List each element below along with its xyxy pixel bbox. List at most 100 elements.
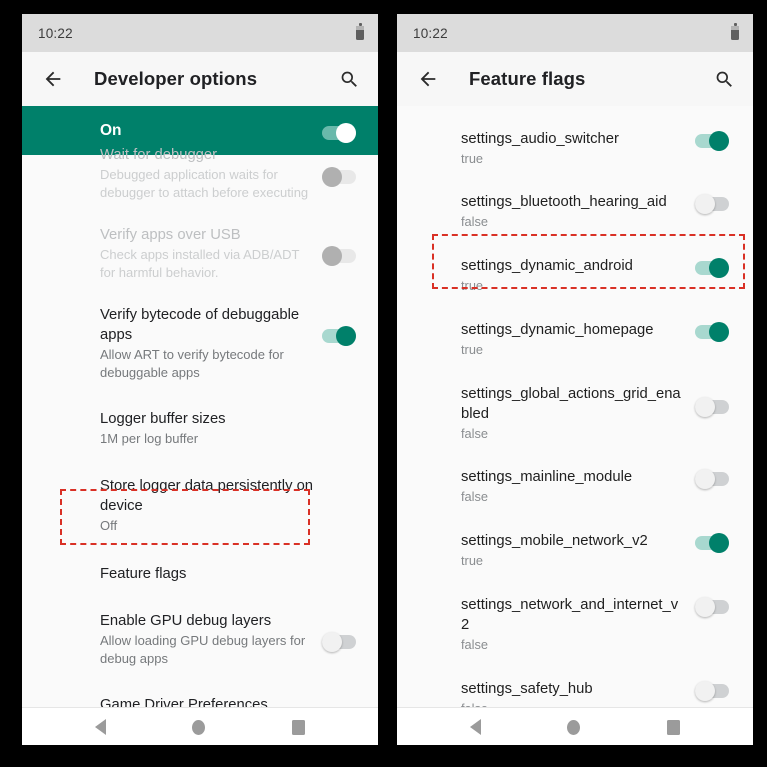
settings-row-texts: Enable GPU debug layers Allow loading GP… [100,611,322,667]
back-arrow-icon[interactable] [415,66,441,92]
feature-flag-value: true [461,553,484,568]
feature-flag-row-audio-switcher[interactable]: settings_audio_switcher true [397,106,753,167]
settings-row-game-driver-preferences[interactable]: Game Driver Preferences Modify Game Driv… [22,667,378,707]
feature-flag-texts: settings_mainline_module false [461,467,695,505]
feature-flag-value: false [461,214,489,229]
feature-flag-row-safety-hub[interactable]: settings_safety_hub false [397,653,753,707]
app-bar: Developer options [22,52,378,106]
settings-row-title: Logger buffer sizes [100,411,226,427]
settings-row-wait-for-debugger[interactable]: Wait for debugger Debugged application w… [22,145,378,205]
search-icon[interactable] [336,66,362,92]
page-title: Developer options [94,68,258,89]
settings-row-subtitle: Allow ART to verify bytecode for debugga… [100,347,284,380]
settings-row-feature-flags[interactable]: Feature flags [22,534,378,584]
feature-flag-toggle[interactable] [695,533,729,553]
back-triangle-icon[interactable] [470,719,482,735]
settings-row-toggle[interactable] [322,246,356,266]
home-circle-icon[interactable] [567,719,581,735]
feature-flag-value: true [461,151,484,166]
settings-row-subtitle: Off [100,517,118,533]
feature-flag-toggle[interactable] [695,258,729,278]
feature-flag-texts: settings_audio_switcher true [461,129,695,167]
settings-row-texts: Feature flags [100,564,356,584]
status-bar: 10:22 [397,14,753,52]
settings-row-subtitle: Allow loading GPU debug layers for debug… [100,633,306,666]
feature-flag-toggle[interactable] [695,322,729,342]
feature-flag-row-dynamic-android[interactable]: settings_dynamic_android true [397,230,753,294]
settings-row-toggle[interactable] [322,632,356,652]
settings-row-title: Store logger data persistently on device [100,477,314,514]
settings-row-enable-gpu-debug-layers[interactable]: Enable GPU debug layers Allow loading GP… [22,584,378,667]
switch-thumb [336,122,356,143]
switch-thumb [709,533,729,553]
feature-flag-name: settings_mainline_module [461,469,633,485]
settings-row-logger-buffer-sizes[interactable]: Logger buffer sizes 1M per log buffer [22,381,378,448]
status-bar-clock: 10:22 [38,25,73,41]
feature-flag-row-mainline-module[interactable]: settings_mainline_module false [397,442,753,505]
feature-flag-texts: settings_dynamic_homepage true [461,320,695,358]
settings-list[interactable]: On Wait for debugger Debugged applicatio… [22,106,378,707]
back-triangle-icon[interactable] [95,719,107,735]
feature-flag-toggle[interactable] [695,681,729,701]
feature-flags-list[interactable]: settings_audio_switcher true settings_bl… [397,106,753,707]
feature-flag-value: true [461,342,484,357]
home-circle-icon[interactable] [192,719,206,735]
settings-row-toggle[interactable] [322,326,356,346]
settings-row-title: Feature flags [100,566,187,582]
settings-row-toggle[interactable] [322,167,356,187]
feature-flag-value: false [461,637,489,652]
system-navigation-bar[interactable] [397,707,753,745]
settings-row-subtitle: 1M per log buffer [100,431,199,446]
phone-left-developer-options: 10:22 Developer options On Wait for debu… [22,14,378,745]
feature-flag-name: settings_network_and_internet_v2 [461,597,679,633]
feature-flag-row-bluetooth-hearing-aid[interactable]: settings_bluetooth_hearing_aid false [397,167,753,230]
feature-flag-name: settings_dynamic_homepage [461,322,654,338]
switch-thumb [695,397,715,417]
settings-row-store-logger-data[interactable]: Store logger data persistently on device… [22,448,378,535]
feature-flag-name: settings_dynamic_android [461,258,633,274]
system-navigation-bar[interactable] [22,707,378,745]
switch-thumb [709,131,729,151]
status-bar: 10:22 [22,14,378,52]
feature-flag-name: settings_mobile_network_v2 [461,533,648,549]
feature-flag-row-global-actions-grid-enabled[interactable]: settings_global_actions_grid_enabled fal… [397,358,753,442]
feature-flag-toggle[interactable] [695,469,729,489]
master-switch-toggle[interactable] [322,122,356,143]
feature-flag-texts: settings_safety_hub false [461,679,695,707]
feature-flag-texts: settings_bluetooth_hearing_aid false [461,192,695,230]
feature-flag-row-network-and-internet-v2[interactable]: settings_network_and_internet_v2 false [397,569,753,653]
feature-flag-row-dynamic-homepage[interactable]: settings_dynamic_homepage true [397,294,753,358]
settings-row-title: Verify bytecode of debuggable apps [100,307,300,343]
settings-row-texts: Game Driver Preferences Modify Game Driv… [100,695,356,707]
battery-icon [731,23,739,40]
feature-flag-row-mobile-network-v2[interactable]: settings_mobile_network_v2 true [397,505,753,569]
phone-right-feature-flags: 10:22 Feature flags settings_audio_switc… [397,14,753,745]
feature-flag-toggle[interactable] [695,397,729,417]
feature-flag-toggle[interactable] [695,597,729,617]
switch-thumb [322,167,342,187]
recents-square-icon[interactable] [666,719,680,735]
settings-row-verify-apps-over-usb[interactable]: Verify apps over USB Check apps installe… [22,205,378,281]
settings-row-subtitle: Check apps installed via ADB/ADT for har… [100,247,300,280]
page-title: Feature flags [469,68,586,89]
battery-icon [356,23,364,40]
settings-row-texts: Store logger data persistently on device… [100,476,356,535]
search-icon[interactable] [711,66,737,92]
switch-thumb [695,681,715,701]
switch-thumb [695,194,715,214]
settings-row-title: Enable GPU debug layers [100,613,272,629]
back-arrow-icon[interactable] [40,66,66,92]
master-switch-label: On [100,121,122,139]
settings-row-texts: Logger buffer sizes 1M per log buffer [100,409,356,448]
settings-row-subtitle: Debugged application waits for debugger … [100,167,309,200]
feature-flag-toggle[interactable] [695,131,729,151]
feature-flag-value: false [461,700,685,707]
feature-flag-texts: settings_mobile_network_v2 true [461,531,695,569]
recents-square-icon[interactable] [291,719,305,735]
settings-row-title: Wait for debugger [100,147,218,163]
switch-thumb [322,632,342,652]
app-bar: Feature flags [397,52,753,106]
feature-flag-toggle[interactable] [695,194,729,214]
switch-thumb [322,246,342,266]
settings-row-verify-bytecode[interactable]: Verify bytecode of debuggable apps Allow… [22,281,378,381]
